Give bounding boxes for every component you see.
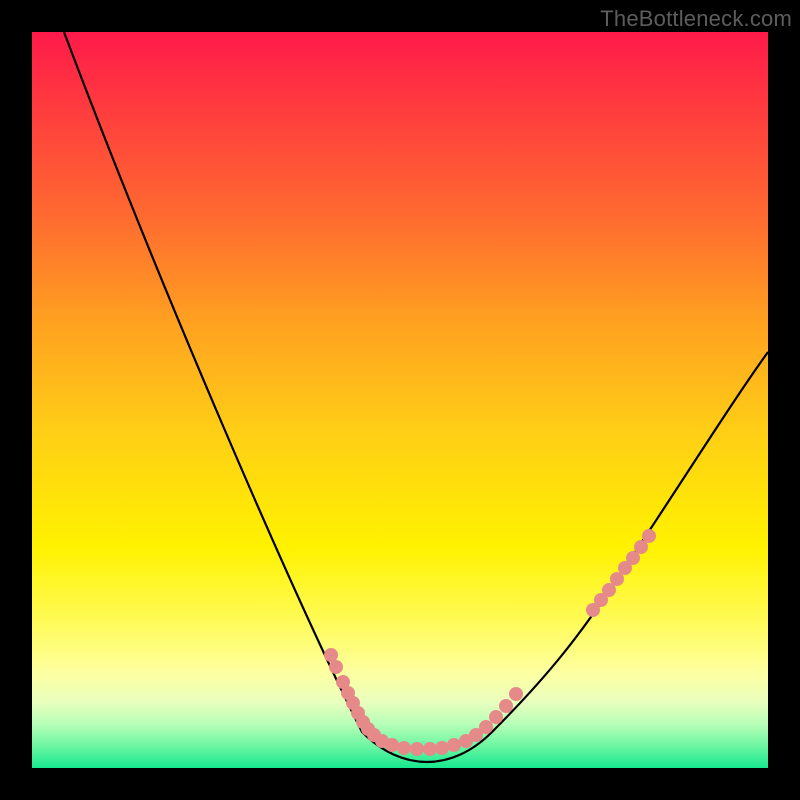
chart-svg	[32, 32, 768, 768]
highlight-dot	[489, 710, 503, 724]
highlight-dot	[447, 738, 461, 752]
highlight-dot	[410, 742, 424, 756]
highlight-dot	[324, 648, 338, 662]
highlight-dot	[509, 687, 523, 701]
highlight-dot	[397, 741, 411, 755]
highlight-dot	[385, 738, 399, 752]
highlight-dot	[642, 529, 656, 543]
highlight-dot	[499, 699, 513, 713]
highlight-dot	[329, 660, 343, 674]
highlight-dot	[423, 742, 437, 756]
bottleneck-curve	[64, 32, 768, 762]
watermark-text: TheBottleneck.com	[600, 6, 792, 32]
chart-plot-area	[32, 32, 768, 768]
highlight-dot	[435, 741, 449, 755]
highlight-dots	[324, 529, 656, 756]
highlight-dot	[479, 720, 493, 734]
